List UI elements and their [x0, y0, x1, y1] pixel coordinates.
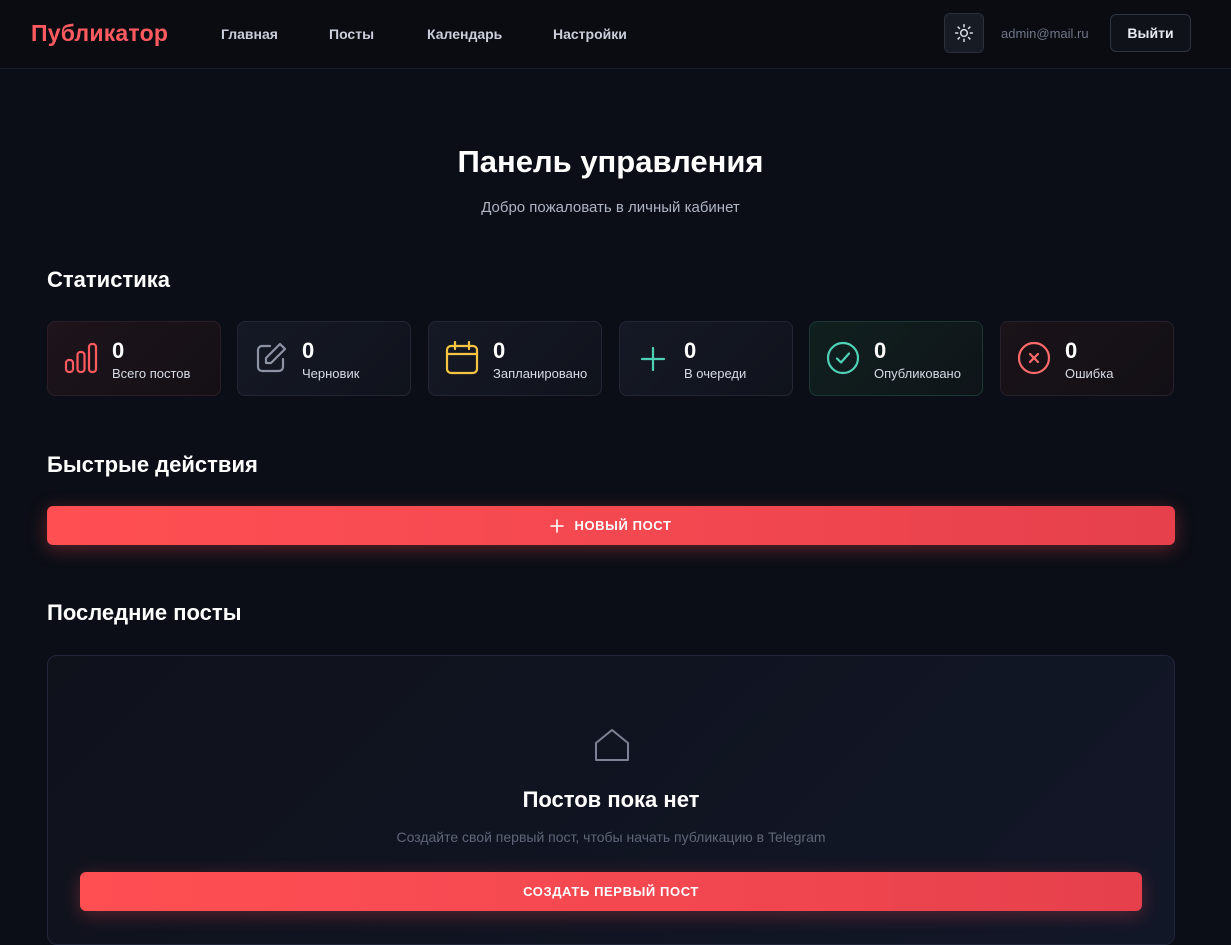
stat-card-draft[interactable]: 0 Черновик: [237, 321, 411, 396]
stat-label: Запланировано: [493, 366, 588, 381]
user-email: admin@mail.ru: [1001, 26, 1089, 41]
top-navbar: Публикатор Главная Посты Календарь Настр…: [0, 0, 1231, 69]
bar-chart-icon: [64, 342, 98, 374]
page-subtitle: Добро пожаловать в личный кабинет: [481, 199, 740, 216]
stat-label: В очереди: [684, 366, 747, 381]
create-first-post-button[interactable]: СОЗДАТЬ ПЕРВЫЙ ПОСТ: [80, 872, 1142, 911]
recent-posts-title: Последние посты: [47, 600, 242, 625]
stat-value: 0: [112, 338, 125, 363]
stat-value: 0: [684, 338, 697, 363]
sun-icon: [954, 23, 974, 43]
calendar-icon: [445, 340, 479, 375]
plus-icon: [550, 518, 565, 533]
plus-icon: [640, 346, 666, 372]
stat-label: Всего постов: [112, 366, 191, 381]
theme-toggle-button[interactable]: [944, 13, 984, 53]
stat-value: 0: [1065, 338, 1078, 363]
stat-value: 0: [493, 338, 506, 363]
quick-actions-title: Быстрые действия: [47, 452, 258, 477]
stat-label: Ошибка: [1065, 366, 1114, 381]
empty-state-subtitle: Создайте свой первый пост, чтобы начать …: [396, 829, 826, 845]
nav-item-settings[interactable]: Настройки: [553, 26, 627, 42]
stat-card-error[interactable]: 0 Ошибка: [1000, 321, 1174, 396]
stat-value: 0: [302, 338, 315, 363]
new-post-label: НОВЫЙ ПОСТ: [574, 518, 672, 533]
home-icon: [595, 729, 629, 761]
logout-button[interactable]: Выйти: [1110, 14, 1191, 52]
page-title: Панель управления: [457, 144, 764, 179]
stat-card-scheduled[interactable]: 0 Запланировано: [428, 321, 602, 396]
stat-card-total[interactable]: 0 Всего постов: [47, 321, 221, 396]
nav-item-home[interactable]: Главная: [221, 26, 278, 42]
x-circle-icon: [1017, 341, 1051, 375]
check-circle-icon: [826, 341, 860, 375]
stat-label: Опубликовано: [874, 366, 961, 381]
edit-icon: [256, 342, 287, 373]
stat-card-published[interactable]: 0 Опубликовано: [809, 321, 983, 396]
app-logo[interactable]: Публикатор: [31, 20, 168, 47]
stats-section-title: Статистика: [47, 267, 170, 292]
stat-value: 0: [874, 338, 887, 363]
nav-item-calendar[interactable]: Календарь: [427, 26, 502, 42]
new-post-button[interactable]: НОВЫЙ ПОСТ: [47, 506, 1175, 545]
stat-label: Черновик: [302, 366, 360, 381]
nav-item-posts[interactable]: Посты: [329, 26, 374, 42]
recent-posts-panel: Постов пока нет Создайте свой первый пос…: [47, 655, 1175, 945]
stat-card-queue[interactable]: 0 В очереди: [619, 321, 793, 396]
empty-state-title: Постов пока нет: [522, 787, 700, 812]
